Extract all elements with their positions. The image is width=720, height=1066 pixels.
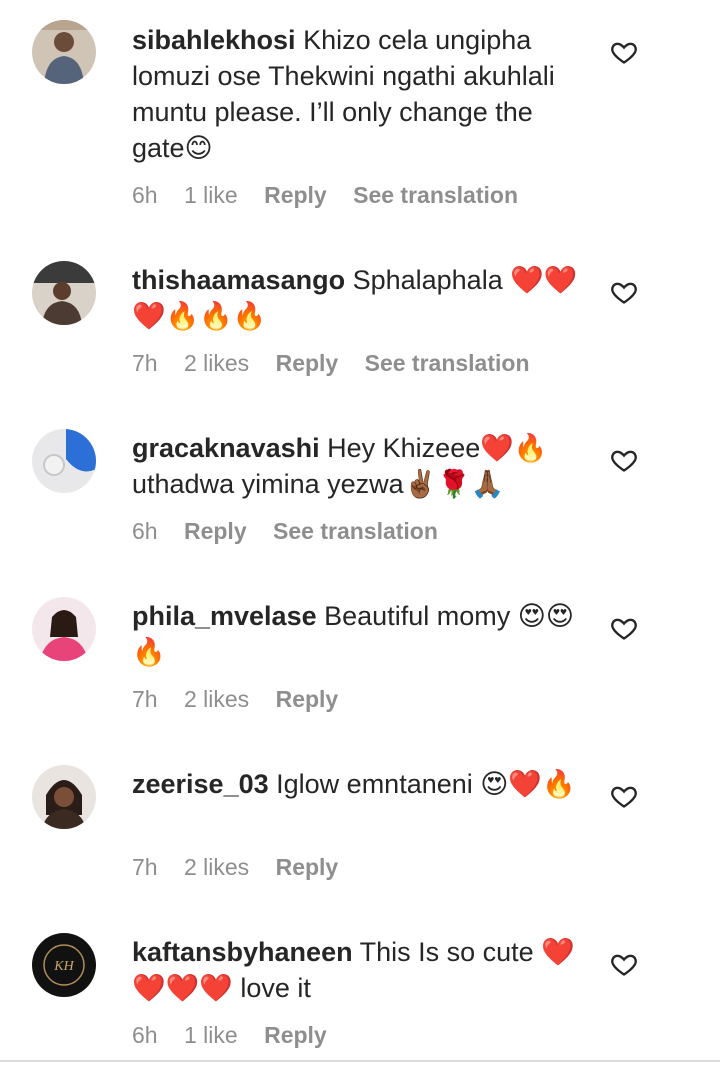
comment-meta: 6h 1 like Reply See translation (132, 182, 538, 209)
reply-button[interactable]: Reply (276, 686, 339, 712)
avatar[interactable]: KH (32, 933, 96, 997)
comment-meta: 6h 1 like Reply (132, 1022, 347, 1049)
comment-likes[interactable]: 1 like (184, 1022, 238, 1048)
see-translation-button[interactable]: See translation (273, 518, 438, 544)
avatar-monogram: KH (53, 959, 74, 974)
divider (0, 1060, 720, 1062)
avatar[interactable] (32, 20, 96, 84)
reply-button[interactable]: Reply (276, 854, 339, 880)
comment-body: kaftansbyhaneen This Is so cute ❤️❤️❤️❤️… (132, 934, 592, 1006)
comment-username[interactable]: thishaamasango (132, 265, 345, 295)
see-translation-button[interactable]: See translation (353, 182, 518, 208)
avatar[interactable] (32, 429, 96, 493)
comment-username[interactable]: phila_mvelase (132, 601, 317, 631)
comment-body: thishaamasango Sphalaphala ❤️❤️❤️🔥🔥🔥 (132, 262, 592, 334)
comment-time: 6h (132, 182, 158, 208)
avatar[interactable] (32, 261, 96, 325)
comment-meta: 6h Reply See translation (132, 518, 458, 545)
comment-body: phila_mvelase Beautiful momy 😍😍🔥 (132, 598, 592, 670)
comment-username[interactable]: sibahlekhosi (132, 25, 296, 55)
comment-username[interactable]: gracaknavashi (132, 433, 320, 463)
comment-meta: 7h 2 likes Reply (132, 854, 358, 881)
comment-username[interactable]: zeerise_03 (132, 769, 269, 799)
comment-time: 7h (132, 854, 158, 880)
see-translation-button[interactable]: See translation (365, 350, 530, 376)
heart-icon[interactable] (610, 446, 638, 474)
comment-likes[interactable]: 1 like (184, 182, 238, 208)
heart-icon[interactable] (610, 950, 638, 978)
reply-button[interactable]: Reply (264, 1022, 327, 1048)
comment-time: 6h (132, 1022, 158, 1048)
avatar[interactable] (32, 597, 96, 661)
heart-icon[interactable] (610, 614, 638, 642)
heart-icon[interactable] (610, 782, 638, 810)
reply-button[interactable]: Reply (184, 518, 247, 544)
heart-icon[interactable] (610, 38, 638, 66)
avatar[interactable] (32, 765, 96, 829)
comment-meta: 7h 2 likes Reply (132, 686, 358, 713)
comment-text: Iglow emntaneni 😍❤️🔥 (276, 769, 576, 799)
comment-meta: 7h 2 likes Reply See translation (132, 350, 550, 377)
comment-likes[interactable]: 2 likes (184, 350, 249, 376)
reply-button[interactable]: Reply (264, 182, 327, 208)
comment-username[interactable]: kaftansbyhaneen (132, 937, 353, 967)
heart-icon[interactable] (610, 278, 638, 306)
reply-button[interactable]: Reply (276, 350, 339, 376)
comment-body: gracaknavashi Hey Khizeee❤️🔥 uthadwa yim… (132, 430, 592, 502)
comment-time: 6h (132, 518, 158, 544)
comments-list: sibahlekhosi Khizo cela ungipha lomuzi o… (0, 0, 720, 1066)
comment-time: 7h (132, 350, 158, 376)
comment-body: zeerise_03 Iglow emntaneni 😍❤️🔥 (132, 766, 592, 802)
comment-likes[interactable]: 2 likes (184, 686, 249, 712)
comment-likes[interactable]: 2 likes (184, 854, 249, 880)
comment-body: sibahlekhosi Khizo cela ungipha lomuzi o… (132, 22, 592, 166)
comment-time: 7h (132, 686, 158, 712)
